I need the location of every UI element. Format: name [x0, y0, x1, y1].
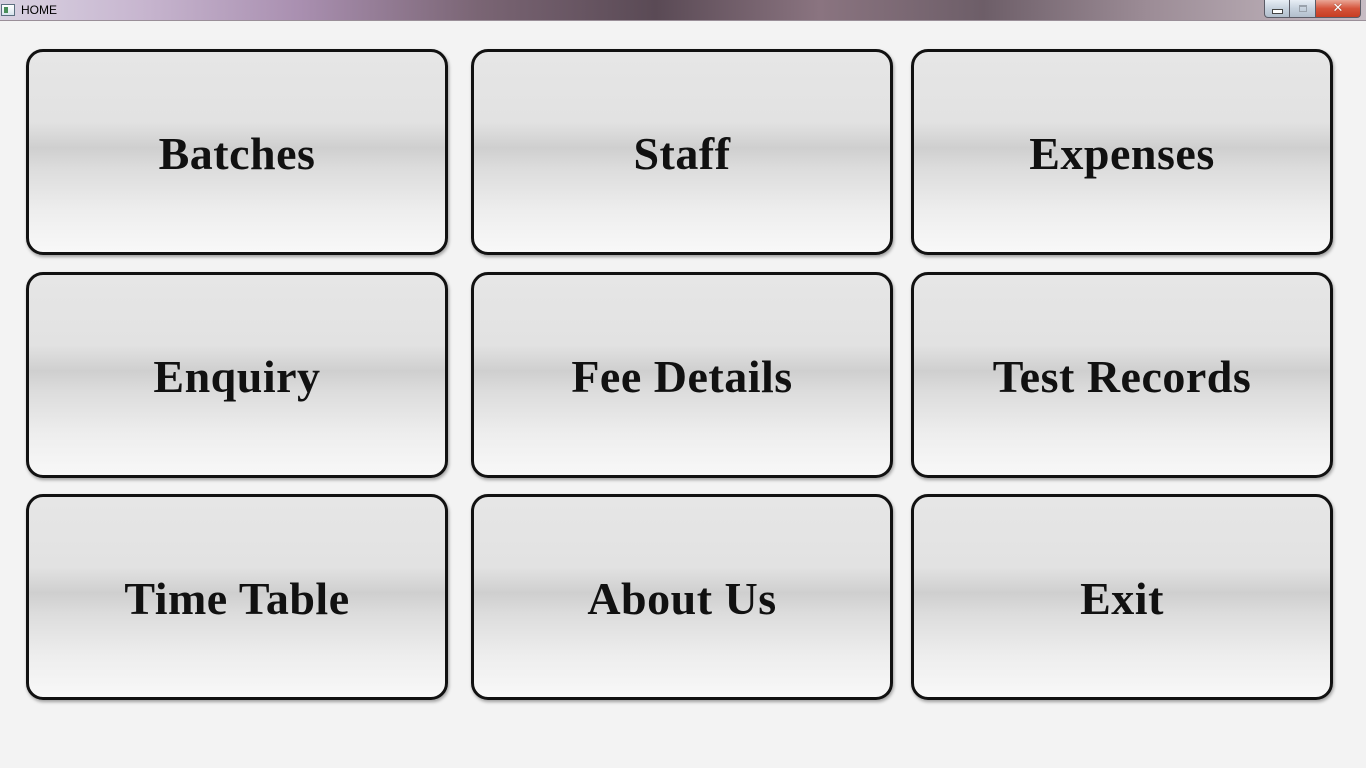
staff-label: Staff: [633, 127, 731, 179]
about-us-button[interactable]: About Us: [471, 494, 893, 700]
batches-button[interactable]: Batches: [26, 49, 448, 255]
enquiry-label: Enquiry: [153, 350, 321, 402]
home-menu-grid: Batches Staff Expenses Enquiry Fee Detai…: [26, 49, 1335, 701]
time-table-button[interactable]: Time Table: [26, 494, 448, 700]
close-icon: ✕: [1332, 1, 1344, 16]
window-title: HOME: [21, 3, 57, 17]
fee-details-label: Fee Details: [571, 350, 793, 402]
minimize-button[interactable]: [1264, 0, 1290, 18]
window-controls: ✕: [1264, 0, 1361, 18]
expenses-button[interactable]: Expenses: [911, 49, 1333, 255]
staff-button[interactable]: Staff: [471, 49, 893, 255]
exit-button[interactable]: Exit: [911, 494, 1333, 700]
maximize-icon: [1298, 5, 1307, 12]
minimize-icon: [1271, 9, 1283, 14]
about-us-label: About Us: [587, 572, 777, 624]
exit-label: Exit: [1080, 572, 1164, 624]
time-table-label: Time Table: [124, 572, 350, 624]
test-records-button[interactable]: Test Records: [911, 272, 1333, 478]
test-records-label: Test Records: [992, 350, 1252, 402]
enquiry-button[interactable]: Enquiry: [26, 272, 448, 478]
maximize-button[interactable]: [1290, 0, 1316, 18]
batches-label: Batches: [158, 127, 316, 179]
app-icon[interactable]: [1, 4, 15, 16]
expenses-label: Expenses: [1029, 127, 1215, 179]
fee-details-button[interactable]: Fee Details: [471, 272, 893, 478]
window-titlebar[interactable]: HOME ✕: [0, 0, 1366, 21]
close-button[interactable]: ✕: [1316, 0, 1361, 18]
